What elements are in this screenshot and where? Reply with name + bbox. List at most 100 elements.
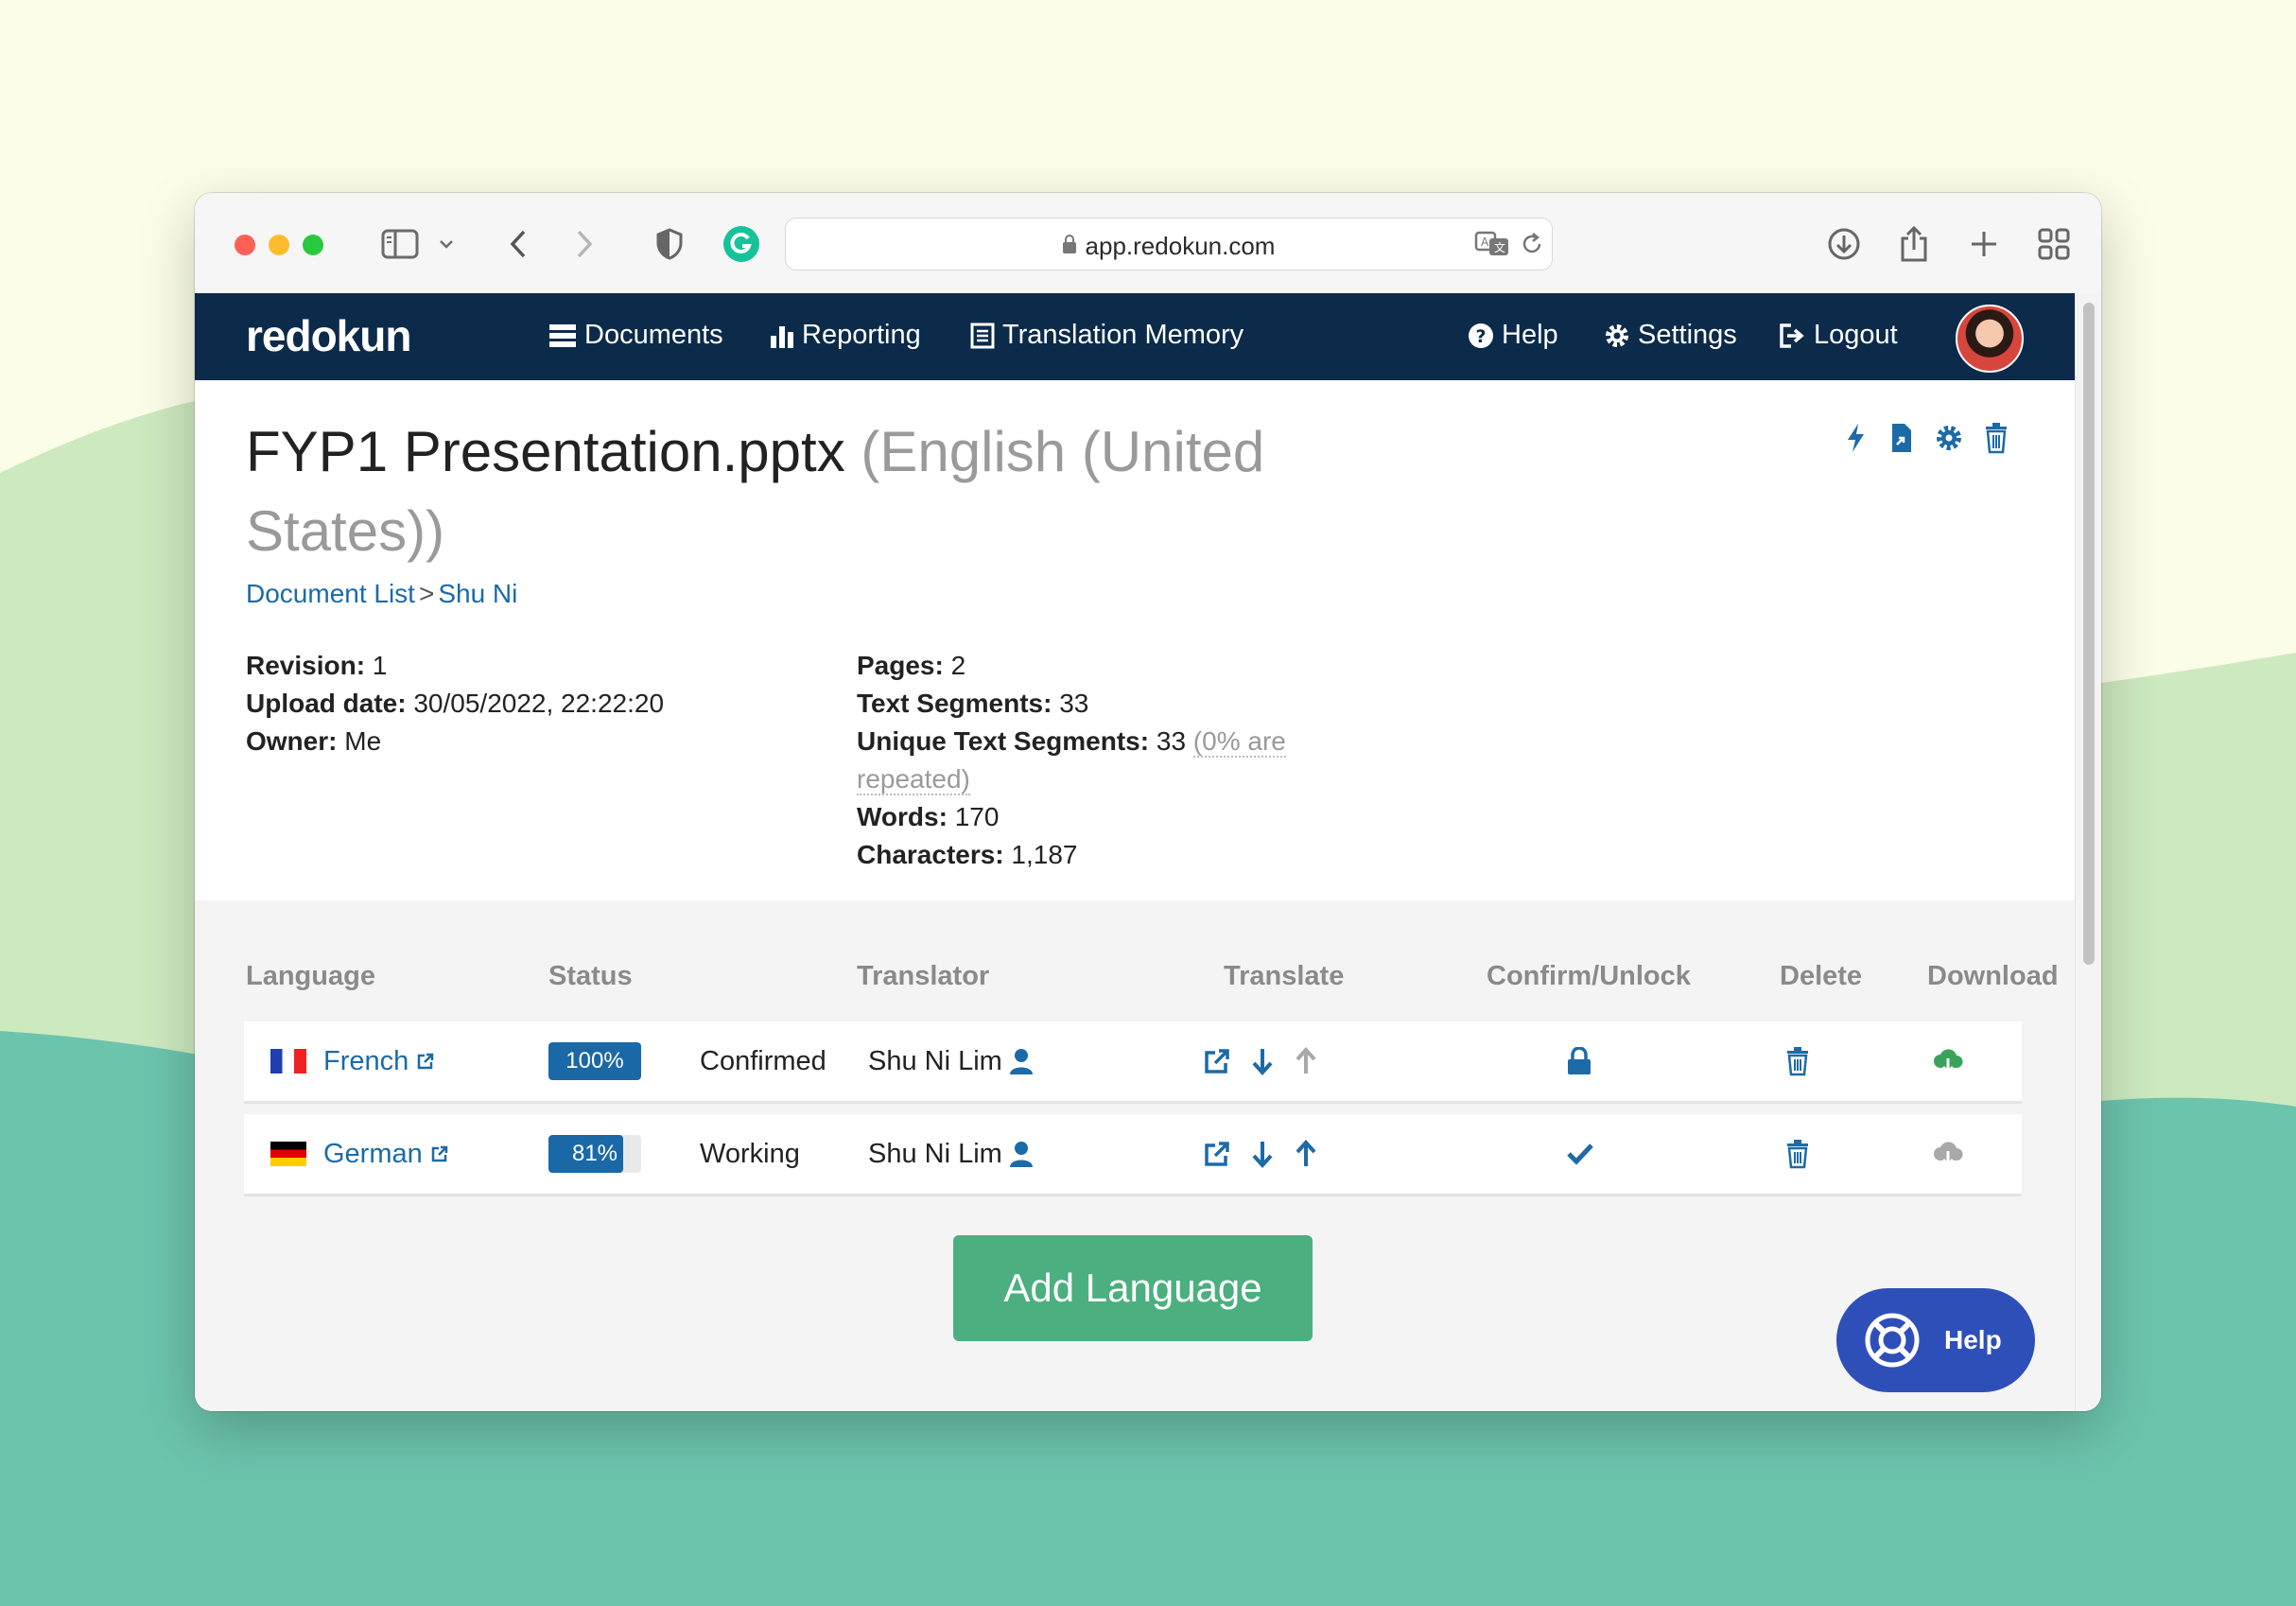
app-logo[interactable]: redokun bbox=[246, 310, 411, 361]
file-upload-icon[interactable] bbox=[1889, 422, 1914, 459]
status-cell: 81% bbox=[548, 1114, 641, 1194]
language-cell: German bbox=[270, 1114, 449, 1194]
pages-value: 2 bbox=[943, 651, 966, 680]
back-icon[interactable] bbox=[499, 221, 537, 267]
downloads-icon[interactable] bbox=[1821, 221, 1867, 267]
unique-segments-value: 33 bbox=[1149, 726, 1193, 756]
breadcrumb: Document List > Shu Ni bbox=[246, 579, 517, 609]
privacy-shield-icon[interactable] bbox=[651, 221, 688, 267]
help-widget-button[interactable]: Help bbox=[1836, 1288, 2035, 1392]
server-icon bbox=[549, 323, 576, 347]
bar-chart-icon bbox=[771, 325, 793, 348]
download-cell bbox=[1933, 1021, 1963, 1101]
sidebar-toggle-icon[interactable] bbox=[378, 221, 422, 267]
header-delete: Delete bbox=[1780, 961, 1863, 991]
table-row: French 100% Confirmed Shu Ni Lim bbox=[244, 1021, 2022, 1104]
languages-panel: Language Status Translator Translate Con… bbox=[195, 900, 2075, 1411]
cloud-download-icon bbox=[1934, 1142, 1963, 1168]
reload-icon[interactable] bbox=[1520, 232, 1544, 261]
arrow-up-icon[interactable] bbox=[1294, 1140, 1318, 1168]
breadcrumb-owner[interactable]: Shu Ni bbox=[438, 579, 517, 608]
tab-overview-icon[interactable] bbox=[2031, 221, 2077, 267]
svg-text:?: ? bbox=[1476, 326, 1487, 347]
add-language-button[interactable]: Add Language bbox=[953, 1235, 1313, 1341]
nav-documents-label: Documents bbox=[584, 320, 723, 350]
translator-cell: Shu Ni Lim bbox=[868, 1114, 1035, 1194]
trash-icon[interactable] bbox=[1785, 1046, 1810, 1076]
header-status: Status bbox=[548, 961, 633, 991]
words-value: 170 bbox=[947, 802, 1000, 831]
checkmark-icon[interactable] bbox=[1566, 1142, 1594, 1166]
user-avatar[interactable] bbox=[1956, 305, 2024, 373]
bolt-icon[interactable] bbox=[1844, 422, 1869, 459]
translator-cell: Shu Ni Lim bbox=[868, 1021, 1035, 1101]
nav-help[interactable]: ? Help bbox=[1468, 320, 1558, 351]
upload-date-value: 30/05/2022, 22:22:20 bbox=[406, 689, 665, 718]
text-segments-label: Text Segments: bbox=[857, 689, 1052, 718]
header-language: Language bbox=[246, 961, 375, 991]
document-actions bbox=[1844, 422, 2009, 459]
user-icon[interactable] bbox=[1008, 1047, 1035, 1075]
external-link-icon[interactable] bbox=[416, 1052, 435, 1071]
grammarly-extension-icon[interactable] bbox=[721, 221, 762, 267]
text-segments-line: Text Segments: 33 bbox=[857, 685, 1330, 723]
upload-date-line: Upload date: 30/05/2022, 22:22:20 bbox=[246, 685, 664, 723]
trash-icon[interactable] bbox=[1785, 1139, 1810, 1169]
chevron-down-icon[interactable] bbox=[437, 221, 456, 267]
nav-settings-label: Settings bbox=[1638, 320, 1737, 350]
arrow-down-icon[interactable] bbox=[1250, 1140, 1275, 1168]
scrollbar-thumb[interactable] bbox=[2083, 303, 2095, 965]
header-translate: Translate bbox=[1224, 961, 1345, 991]
close-window-button[interactable] bbox=[235, 235, 255, 255]
zoom-window-button[interactable] bbox=[303, 235, 323, 255]
open-editor-icon[interactable] bbox=[1203, 1140, 1231, 1168]
breadcrumb-separator: > bbox=[418, 579, 435, 608]
characters-line: Characters: 1,187 bbox=[857, 836, 1330, 874]
table-row: German 81% Working Shu Ni Lim bbox=[244, 1114, 2022, 1196]
words-label: Words: bbox=[857, 802, 948, 831]
lock-icon bbox=[1062, 235, 1076, 253]
owner-line: Owner: Me bbox=[246, 723, 664, 760]
progress-badge: 81% bbox=[548, 1135, 641, 1173]
nav-reporting[interactable]: Reporting bbox=[770, 320, 921, 351]
upload-date-label: Upload date: bbox=[246, 689, 407, 718]
user-icon[interactable] bbox=[1008, 1140, 1035, 1168]
share-icon[interactable] bbox=[1891, 221, 1937, 267]
open-editor-icon[interactable] bbox=[1203, 1047, 1231, 1075]
trash-icon[interactable] bbox=[1984, 422, 2009, 459]
address-bar[interactable]: app.redokun.com A文 bbox=[785, 218, 1553, 271]
gear-icon[interactable] bbox=[1935, 422, 1963, 459]
translate-page-icon[interactable]: A文 bbox=[1474, 230, 1510, 263]
cloud-download-icon[interactable] bbox=[1933, 1047, 1963, 1075]
header-download: Download bbox=[1927, 961, 2059, 991]
page-scrollbar[interactable] bbox=[2075, 293, 2101, 1411]
revision-label: Revision: bbox=[246, 651, 366, 680]
lock-icon[interactable] bbox=[1566, 1047, 1592, 1075]
nav-settings[interactable]: Settings bbox=[1604, 320, 1737, 351]
revision-line: Revision: 1 bbox=[246, 647, 664, 685]
translate-actions-cell bbox=[1203, 1021, 1318, 1101]
owner-label: Owner: bbox=[246, 726, 338, 756]
document-meta-right: Pages: 2 Text Segments: 33 Unique Text S… bbox=[857, 647, 1330, 874]
forward-icon[interactable] bbox=[565, 221, 603, 267]
nav-translation-memory[interactable]: Translation Memory bbox=[970, 320, 1244, 351]
language-link[interactable]: French bbox=[323, 1046, 409, 1077]
owner-value: Me bbox=[337, 726, 382, 756]
new-tab-icon[interactable] bbox=[1961, 221, 2007, 267]
arrow-down-icon[interactable] bbox=[1250, 1047, 1275, 1075]
progress-text: 81% bbox=[571, 1141, 618, 1166]
external-link-icon[interactable] bbox=[430, 1144, 449, 1163]
minimize-window-button[interactable] bbox=[269, 235, 289, 255]
download-cell bbox=[1933, 1114, 1963, 1194]
nav-documents[interactable]: Documents bbox=[548, 320, 723, 351]
state-cell: Confirmed bbox=[700, 1045, 826, 1076]
lifebuoy-icon bbox=[1865, 1313, 1920, 1368]
delete-cell bbox=[1785, 1021, 1810, 1101]
list-document-icon bbox=[970, 323, 995, 348]
language-link[interactable]: German bbox=[323, 1139, 423, 1170]
breadcrumb-document-list[interactable]: Document List bbox=[246, 579, 415, 608]
nav-translation-memory-label: Translation Memory bbox=[1002, 320, 1244, 350]
browser-toolbar: app.redokun.com A文 bbox=[195, 193, 2101, 294]
revision-value: 1 bbox=[365, 651, 388, 680]
nav-logout[interactable]: Logout bbox=[1778, 320, 1898, 351]
